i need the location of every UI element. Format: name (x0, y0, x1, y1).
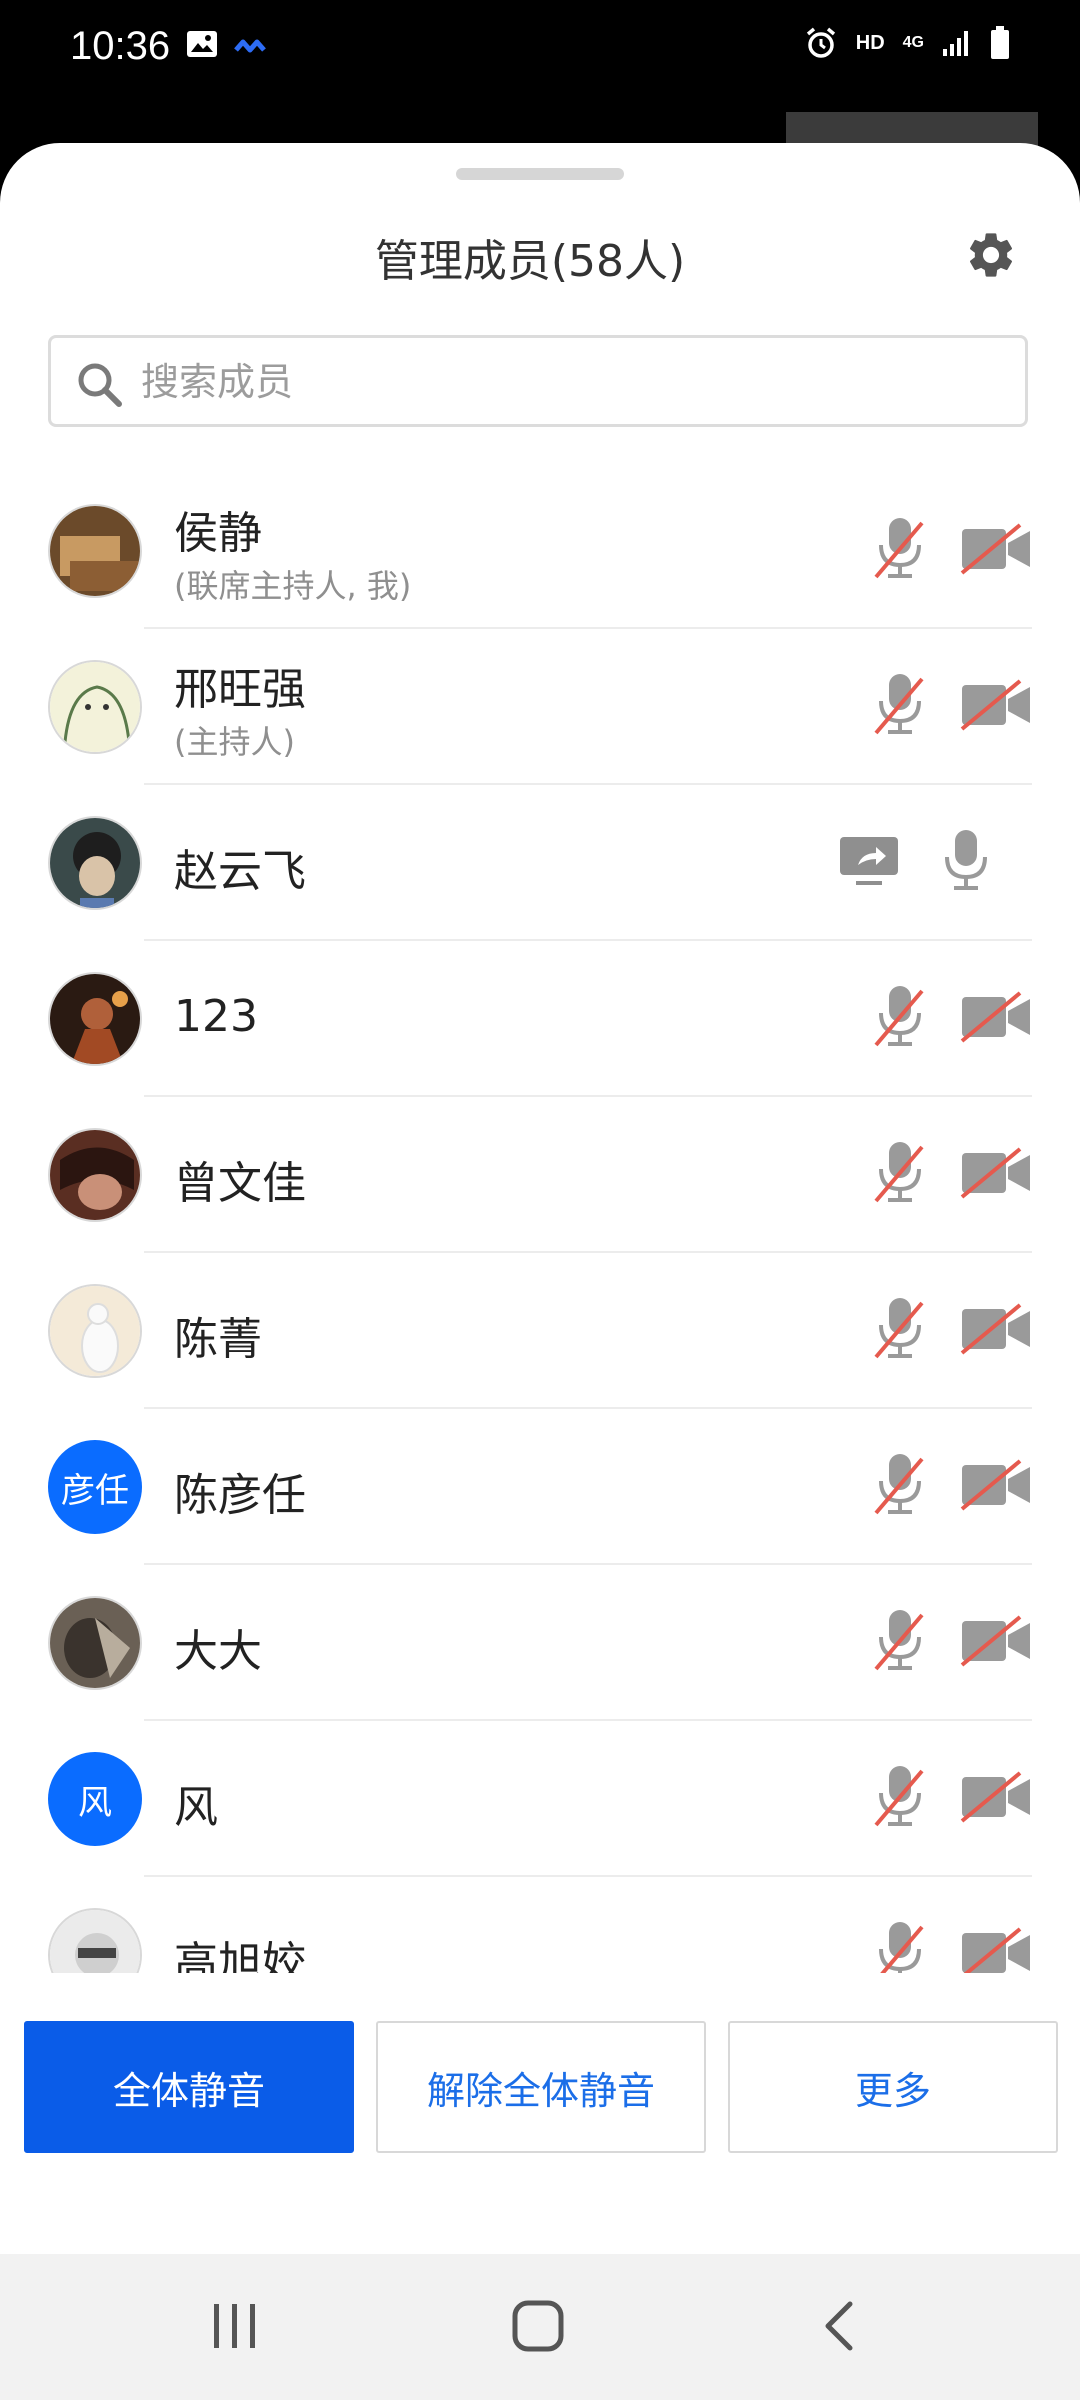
camera-off-icon[interactable] (960, 523, 1032, 575)
mic-muted-icon[interactable] (870, 1295, 930, 1361)
mic-on-icon[interactable] (936, 827, 996, 893)
member-name: 风 (174, 1782, 218, 1833)
search-box[interactable] (48, 335, 1028, 427)
sheet-title: 管理成员(58人) (374, 236, 686, 287)
member-row[interactable]: 大大 (0, 1565, 1080, 1721)
camera-off-icon[interactable] (960, 991, 1032, 1043)
member-name: 陈菁 (174, 1314, 262, 1365)
member-row[interactable]: 123 (0, 941, 1080, 1097)
avatar (48, 1128, 142, 1222)
avatar (48, 972, 142, 1066)
mic-muted-icon[interactable] (870, 1763, 930, 1829)
member-row[interactable]: 风 风 (0, 1721, 1080, 1877)
unmute-all-button[interactable]: 解除全体静音 (376, 2021, 706, 2153)
camera-off-icon[interactable] (960, 1303, 1032, 1355)
member-name: 侯静 (174, 508, 262, 559)
mute-all-button[interactable]: 全体静音 (24, 2021, 354, 2153)
search-input[interactable] (139, 338, 1003, 426)
sheet-drag-handle[interactable] (456, 168, 624, 180)
camera-off-icon[interactable] (960, 679, 1032, 731)
app-notification-icon (234, 39, 266, 53)
member-role: (联席主持人, 我) (174, 567, 412, 605)
home-icon[interactable] (510, 2298, 566, 2354)
mic-muted-icon[interactable] (870, 983, 930, 1049)
member-name: 高旭姣 (174, 1938, 306, 1973)
camera-off-icon[interactable] (960, 1147, 1032, 1199)
member-row[interactable]: 侯静 (联席主持人, 我) (0, 473, 1080, 629)
member-name: 邢旺强 (174, 664, 306, 715)
member-row[interactable]: 彦任 陈彦任 (0, 1409, 1080, 1565)
navigation-bar (0, 2254, 1080, 2400)
member-row[interactable]: 高旭姣 (0, 1877, 1080, 1973)
member-row[interactable]: 赵云飞 (0, 785, 1080, 941)
camera-off-icon[interactable] (960, 1927, 1032, 1973)
4g-icon: 4G (902, 34, 924, 51)
camera-off-icon[interactable] (960, 1771, 1032, 1823)
avatar (48, 1284, 142, 1378)
member-name: 赵云飞 (174, 846, 306, 897)
mic-muted-icon[interactable] (870, 1919, 930, 1973)
member-name: 大大 (174, 1626, 262, 1677)
search-icon (78, 363, 122, 407)
status-bar: 10:36 HD 4G (0, 0, 1080, 100)
avatar (48, 1908, 142, 1973)
camera-off-icon[interactable] (960, 1459, 1032, 1511)
member-name: 曾文佳 (174, 1158, 306, 1209)
mic-muted-icon[interactable] (870, 1139, 930, 1205)
battery-icon (991, 26, 1009, 59)
avatar (48, 504, 142, 598)
member-row[interactable]: 陈菁 (0, 1253, 1080, 1409)
signal-icon (943, 31, 968, 56)
avatar (48, 1596, 142, 1690)
mic-muted-icon[interactable] (870, 1451, 930, 1517)
recent-apps-icon[interactable] (210, 2298, 260, 2354)
avatar: 彦任 (48, 1440, 142, 1534)
member-name: 123 (174, 991, 258, 1042)
member-list[interactable]: 侯静 (联席主持人, 我) 邢旺强 (主持人) 赵云飞 123 曾文佳 陈菁 彦… (0, 473, 1080, 1973)
status-icons: HD 4G (804, 26, 1010, 60)
member-row[interactable]: 曾文佳 (0, 1097, 1080, 1253)
mic-muted-icon[interactable] (870, 515, 930, 581)
alarm-icon (806, 27, 835, 58)
member-role: (主持人) (174, 723, 295, 761)
mic-muted-icon[interactable] (870, 671, 930, 737)
member-row[interactable]: 邢旺强 (主持人) (0, 629, 1080, 785)
member-name: 陈彦任 (174, 1470, 306, 1521)
avatar: 风 (48, 1752, 142, 1846)
action-bar: 全体静音 解除全体静音 更多 (0, 2021, 1080, 2161)
member-management-sheet: 管理成员(58人) 侯静 (联席主持人, 我) (0, 143, 1080, 2254)
camera-off-icon[interactable] (960, 1615, 1032, 1667)
avatar (48, 816, 142, 910)
avatar (48, 660, 142, 754)
back-icon[interactable] (820, 2298, 860, 2354)
hd-icon: HD (855, 31, 885, 54)
image-icon (187, 31, 217, 57)
screen-share-icon[interactable] (838, 835, 900, 887)
gear-icon[interactable] (964, 228, 1018, 282)
status-time: 10:36 (70, 24, 171, 68)
mic-muted-icon[interactable] (870, 1607, 930, 1673)
more-button[interactable]: 更多 (728, 2021, 1058, 2153)
